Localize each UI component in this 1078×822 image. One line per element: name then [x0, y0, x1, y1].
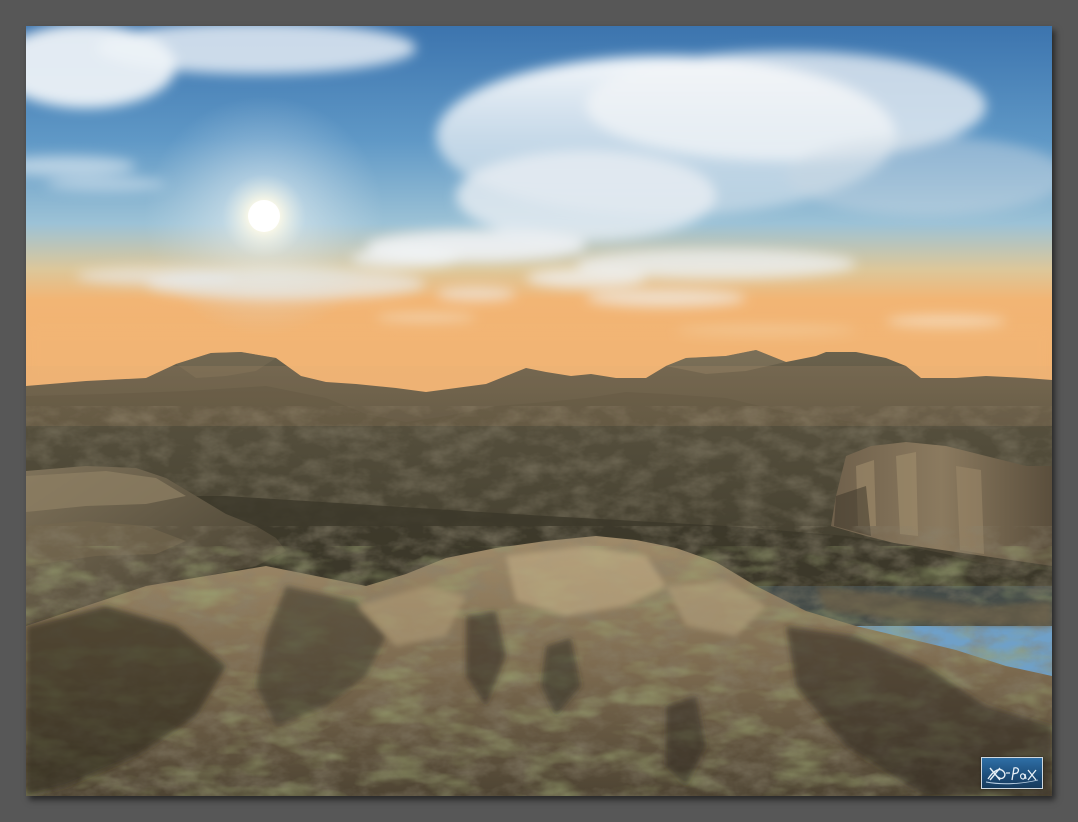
landscape-render — [26, 26, 1052, 796]
artist-signature-logo — [981, 757, 1043, 789]
picture-frame — [0, 0, 1078, 822]
signature-mark — [985, 767, 1039, 785]
landscape-photo — [26, 26, 1052, 796]
sun — [248, 200, 280, 232]
